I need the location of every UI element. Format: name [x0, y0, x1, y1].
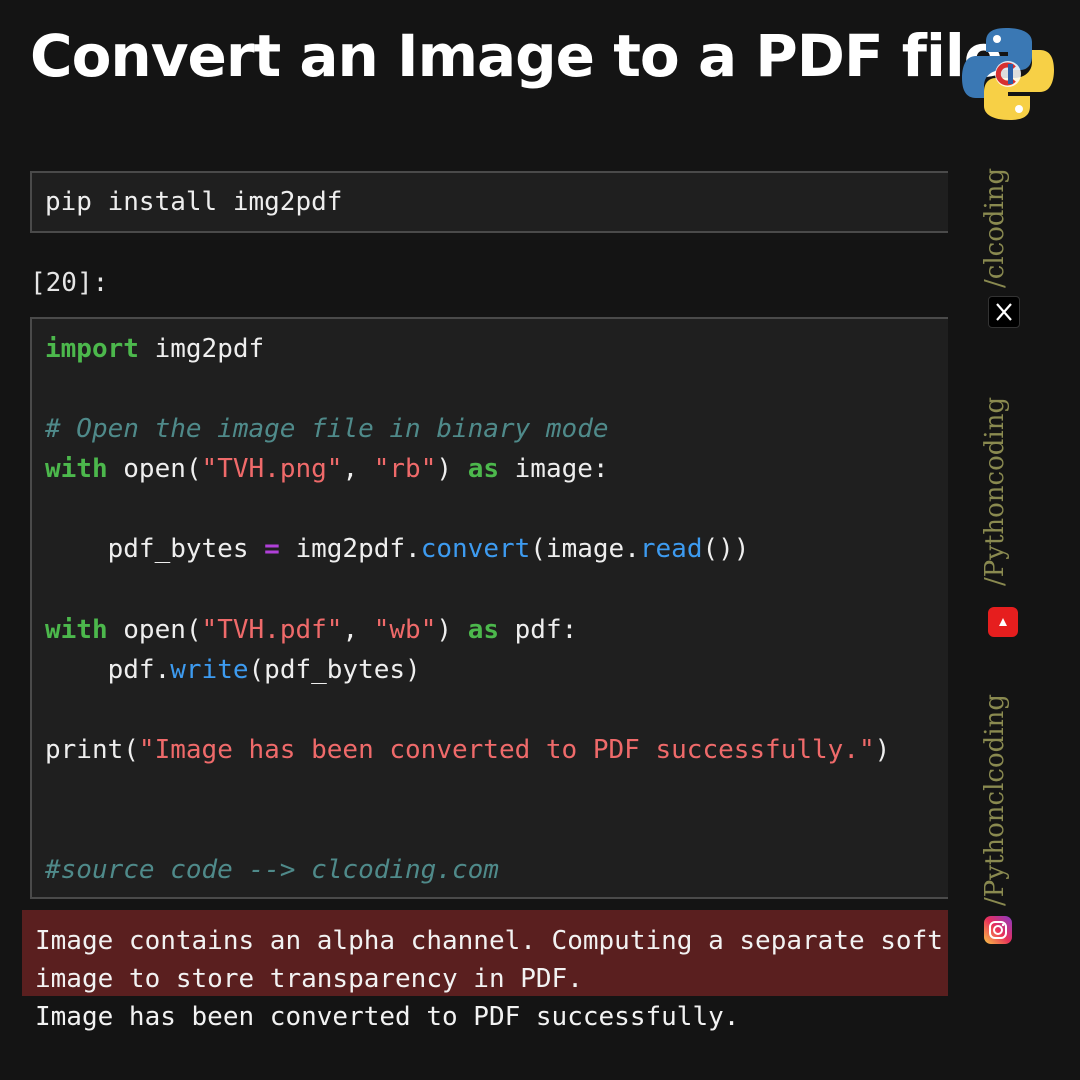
- code-token: print(: [45, 734, 139, 765]
- cell-output: Image contains an alpha channel. Computi…: [35, 922, 947, 1036]
- code-token: image:: [499, 454, 609, 485]
- code-token: open(: [107, 614, 202, 645]
- code-token: ,: [342, 614, 374, 645]
- code-token: ,: [342, 454, 374, 485]
- code-token: with: [45, 614, 108, 645]
- code-token: (image.: [530, 534, 640, 565]
- code-token: with: [45, 454, 108, 485]
- twitter-handle[interactable]: /clcoding: [980, 168, 1010, 288]
- code-line: print("Image has been converted to PDF s…: [45, 730, 948, 770]
- code-token: ): [436, 614, 468, 645]
- code-token: pdf.: [45, 654, 171, 685]
- code-lines: import img2pdf # Open the image file in …: [45, 329, 948, 890]
- code-line: # Open the image file in binary mode: [45, 409, 948, 449]
- code-token: as: [467, 614, 499, 645]
- code-token: ()): [702, 534, 750, 565]
- instagram-icon[interactable]: [984, 916, 1012, 944]
- code-token: img2pdf.: [279, 534, 421, 565]
- code-token: ): [874, 734, 891, 765]
- code-token: (pdf_bytes): [248, 654, 421, 685]
- python-logo-icon: [962, 28, 1054, 120]
- code-token: read: [639, 534, 703, 565]
- code-token: "Image has been converted to PDF success…: [138, 734, 875, 765]
- youtube-handle[interactable]: /Pythoncoding: [980, 397, 1010, 586]
- code-token: # Open the image file in binary mode: [45, 414, 609, 445]
- code-token: "TVH.pdf": [201, 614, 343, 645]
- code-token: "TVH.png": [201, 454, 343, 485]
- code-line: with open("TVH.png", "rb") as image:: [45, 449, 948, 489]
- code-token: open(: [107, 454, 202, 485]
- code-token: pdf_bytes: [45, 534, 265, 565]
- code-token: "rb": [373, 454, 437, 485]
- install-command: pip install img2pdf: [45, 187, 343, 217]
- code-token: convert: [420, 534, 531, 565]
- execution-count: [20]:: [30, 268, 109, 298]
- instagram-handle[interactable]: /Pythonclcoding: [980, 694, 1010, 906]
- code-token: "wb": [373, 614, 437, 645]
- code-token: =: [264, 534, 280, 565]
- stdout-result: Image has been converted to PDF successf…: [35, 1002, 740, 1032]
- code-line: pdf_bytes = img2pdf.convert(image.read()…: [45, 529, 948, 569]
- code-line: pdf.write(pdf_bytes): [45, 650, 948, 690]
- main-code-cell[interactable]: import img2pdf # Open the image file in …: [30, 317, 948, 899]
- code-token: pdf:: [499, 614, 578, 645]
- code-token: #source code --> clcoding.com: [45, 855, 499, 886]
- code-line: with open("TVH.pdf", "wb") as pdf:: [45, 610, 948, 650]
- code-token: import: [45, 334, 139, 364]
- install-code-cell[interactable]: pip install img2pdf: [30, 171, 948, 233]
- code-token: ): [436, 454, 468, 485]
- page-title: Convert an Image to a PDF file: [30, 22, 1003, 90]
- code-token: as: [467, 454, 499, 485]
- code-line: #source code --> clcoding.com: [45, 850, 948, 890]
- code-token: img2pdf: [138, 334, 265, 364]
- youtube-icon[interactable]: [988, 607, 1018, 637]
- stderr-warning: Image contains an alpha channel. Computi…: [35, 926, 943, 994]
- code-line: import img2pdf: [45, 329, 948, 369]
- x-icon[interactable]: [988, 296, 1020, 328]
- code-token: write: [170, 654, 249, 685]
